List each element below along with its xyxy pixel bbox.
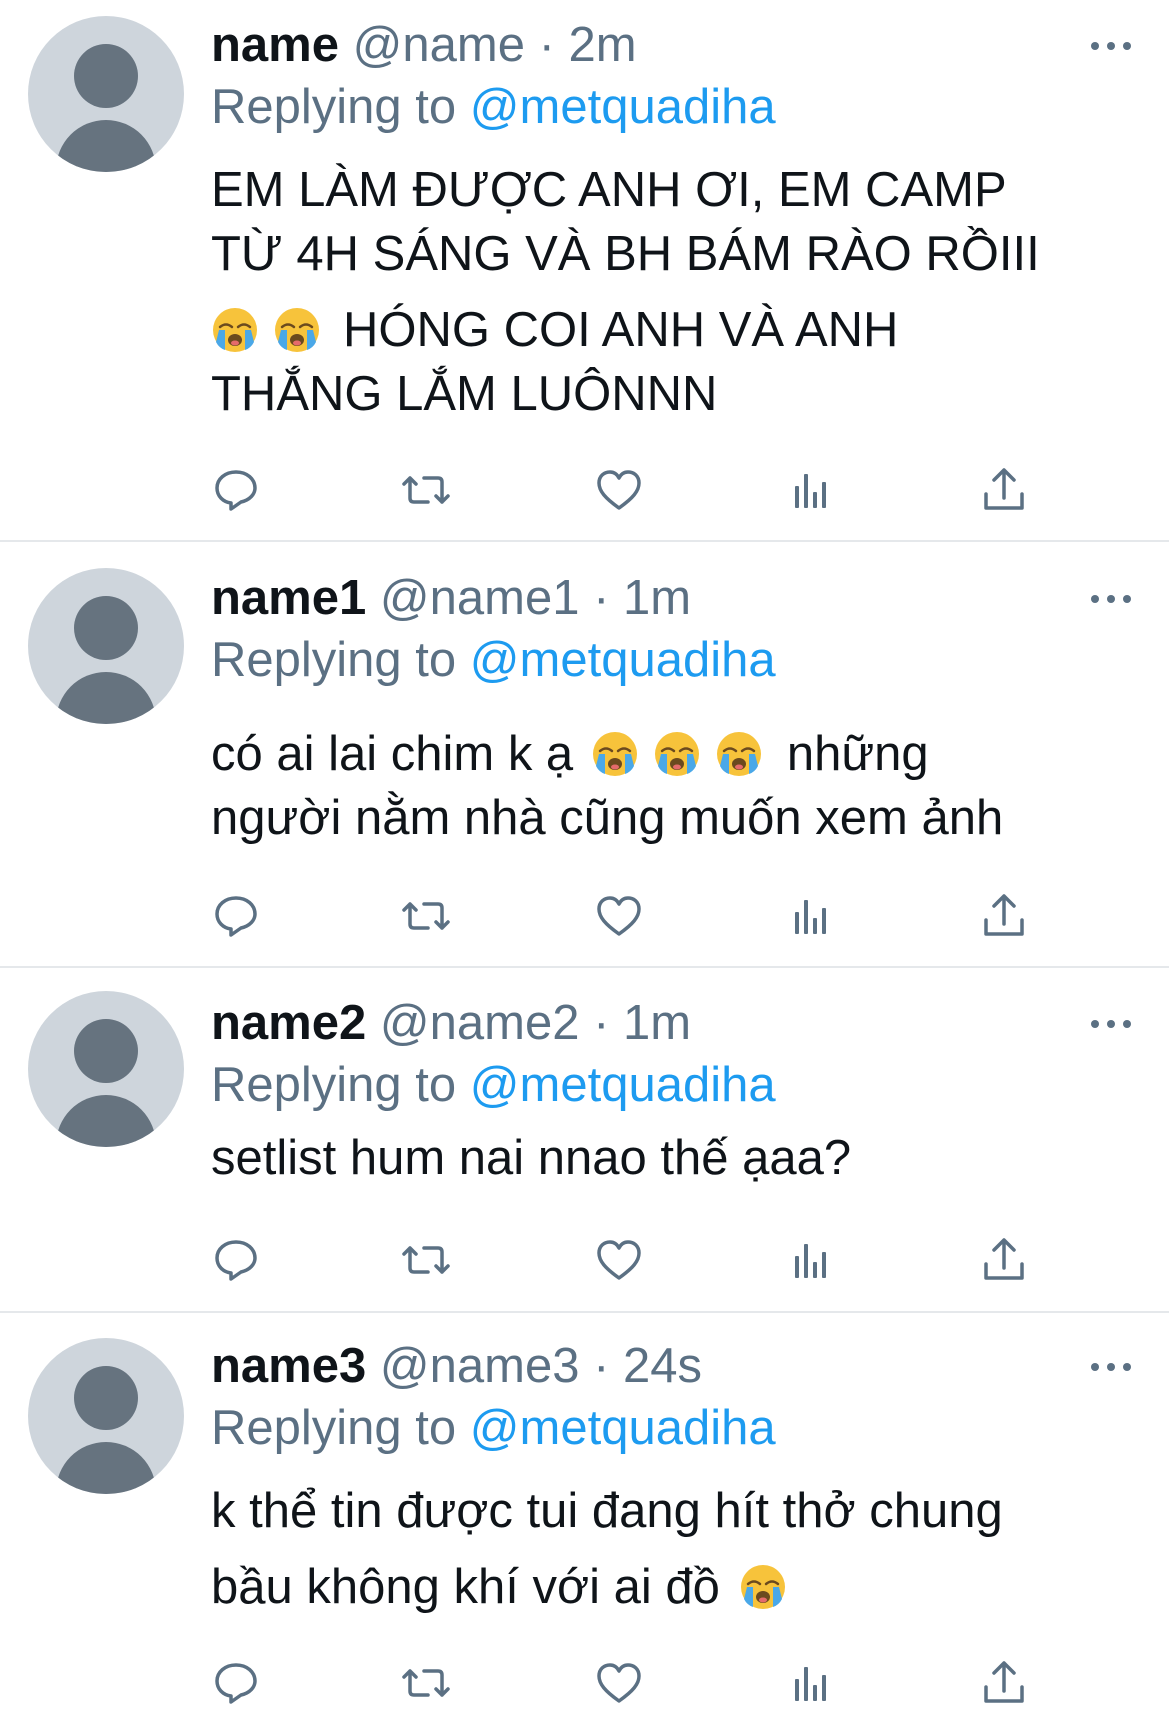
tweet-text-line: THẮNG LẮM LUÔNNN [211, 367, 718, 421]
reply-bubble-icon[interactable] [208, 462, 264, 518]
tweet-actions [0, 1655, 1169, 1711]
tweet-text-line: có ai lai chim k ạ những [211, 722, 1131, 786]
mention-link[interactable]: @metquadiha [470, 1058, 776, 1112]
share-upload-icon[interactable] [976, 888, 1032, 944]
separator-dot: · [593, 996, 610, 1050]
replying-to-line: Replying to @metquadiha [211, 1400, 776, 1456]
loudly-crying-face-emoji [591, 730, 639, 778]
tweet-reply-2[interactable]: name1 @name1 · 1m Replying to @metquadih… [0, 542, 1169, 968]
retweet-icon[interactable] [398, 888, 454, 944]
timestamp[interactable]: 1m [623, 571, 691, 625]
retweet-icon[interactable] [398, 1232, 454, 1288]
tweet-actions [0, 888, 1169, 944]
tweet-reply-1[interactable]: name @name · 2m Replying to @metquadiha … [0, 0, 1169, 542]
analytics-bars-icon[interactable] [785, 888, 841, 944]
analytics-bars-icon[interactable] [785, 462, 841, 518]
avatar-head [74, 1366, 138, 1430]
heart-icon[interactable] [591, 888, 647, 944]
avatar-body [56, 672, 156, 724]
tweet-text-line: người nằm nhà cũng muốn xem ảnh [211, 791, 1004, 845]
tweet-text: setlist hum nai nnao thế ạaa? [211, 1126, 1131, 1190]
user-handle[interactable]: @name1 [380, 571, 580, 625]
tweet-text-segment: HÓNG COI ANH VÀ ANH [343, 303, 899, 357]
display-name[interactable]: name2 [211, 996, 366, 1050]
tweet-header: name2 @name2 · 1m [211, 995, 691, 1051]
more-horizontal-icon[interactable] [1091, 593, 1131, 605]
more-horizontal-icon[interactable] [1091, 1018, 1131, 1030]
avatar-body [56, 1442, 156, 1494]
reply-bubble-icon[interactable] [208, 1232, 264, 1288]
user-handle[interactable]: @name [353, 18, 525, 72]
separator-dot: · [538, 18, 555, 72]
separator-dot: · [593, 1339, 610, 1393]
heart-icon[interactable] [591, 462, 647, 518]
display-name[interactable]: name [211, 18, 339, 72]
user-handle[interactable]: @name3 [380, 1339, 580, 1393]
loudly-crying-face-emoji [211, 306, 259, 354]
analytics-bars-icon[interactable] [785, 1655, 841, 1711]
reply-bubble-icon[interactable] [208, 1655, 264, 1711]
display-name[interactable]: name1 [211, 571, 366, 625]
tweet-actions [0, 1232, 1169, 1288]
loudly-crying-face-emoji [653, 730, 701, 778]
avatar-head [74, 44, 138, 108]
loudly-crying-face-emoji [715, 730, 763, 778]
retweet-icon[interactable] [398, 1655, 454, 1711]
avatar-body [56, 120, 156, 172]
replying-to-line: Replying to @metquadiha [211, 632, 776, 688]
separator-dot: · [593, 571, 610, 625]
tweet-text: EM LÀM ĐƯỢC ANH ƠI, EM CAMP TỪ 4H SÁNG V… [211, 158, 1131, 426]
tweet-text: có ai lai chim k ạ những người nằm nhà c… [211, 722, 1131, 850]
tweet-header: name1 @name1 · 1m [211, 570, 691, 626]
tweet-actions [0, 462, 1169, 518]
replying-to-prefix: Replying to [211, 633, 457, 687]
default-avatar-icon[interactable] [28, 16, 184, 172]
reply-bubble-icon[interactable] [208, 888, 264, 944]
replying-to-line: Replying to @metquadiha [211, 79, 776, 135]
default-avatar-icon[interactable] [28, 991, 184, 1147]
replying-to-prefix: Replying to [211, 1401, 457, 1455]
tweet-text-line: TỪ 4H SÁNG VÀ BH BÁM RÀO RỒIII [211, 227, 1040, 281]
tweet-text-segment: những [786, 727, 929, 781]
loudly-crying-face-emoji [739, 1563, 787, 1611]
avatar-head [74, 1019, 138, 1083]
replying-to-prefix: Replying to [211, 1058, 457, 1112]
tweet-text-line: EM LÀM ĐƯỢC ANH ƠI, EM CAMP [211, 163, 1007, 217]
loudly-crying-face-emoji [273, 306, 321, 354]
display-name[interactable]: name3 [211, 1339, 366, 1393]
mention-link[interactable]: @metquadiha [470, 1401, 776, 1455]
heart-icon[interactable] [591, 1232, 647, 1288]
tweet-text-line: HÓNG COI ANH VÀ ANH [211, 298, 1131, 362]
timestamp[interactable]: 24s [623, 1339, 702, 1393]
timestamp[interactable]: 2m [569, 18, 637, 72]
avatar-body [56, 1095, 156, 1147]
tweet-header: name @name · 2m [211, 17, 637, 73]
timestamp[interactable]: 1m [623, 996, 691, 1050]
user-handle[interactable]: @name2 [380, 996, 580, 1050]
tweet-header: name3 @name3 · 24s [211, 1338, 702, 1394]
tweet-text-line: k thể tin được tui đang hít thở chung [211, 1484, 1003, 1538]
mention-link[interactable]: @metquadiha [470, 633, 776, 687]
share-upload-icon[interactable] [976, 1655, 1032, 1711]
default-avatar-icon[interactable] [28, 1338, 184, 1494]
tweet-reply-4[interactable]: name3 @name3 · 24s Replying to @metquadi… [0, 1313, 1169, 1733]
share-upload-icon[interactable] [976, 462, 1032, 518]
share-upload-icon[interactable] [976, 1232, 1032, 1288]
heart-icon[interactable] [591, 1655, 647, 1711]
more-horizontal-icon[interactable] [1091, 40, 1131, 52]
tweet-text-line: bầu không khí với ai đồ [211, 1549, 1131, 1625]
retweet-icon[interactable] [398, 462, 454, 518]
replying-to-prefix: Replying to [211, 80, 457, 134]
tweet-text-segment: có ai lai chim k ạ [211, 727, 574, 781]
tweet-reply-3[interactable]: name2 @name2 · 1m Replying to @metquadih… [0, 968, 1169, 1313]
avatar-head [74, 596, 138, 660]
more-horizontal-icon[interactable] [1091, 1361, 1131, 1373]
replying-to-line: Replying to @metquadiha [211, 1057, 776, 1113]
tweet-text-segment: bầu không khí với ai đồ [211, 1560, 720, 1614]
default-avatar-icon[interactable] [28, 568, 184, 724]
analytics-bars-icon[interactable] [785, 1232, 841, 1288]
mention-link[interactable]: @metquadiha [470, 80, 776, 134]
tweet-text: k thể tin được tui đang hít thở chung bầ… [211, 1473, 1131, 1625]
tweet-text-line: setlist hum nai nnao thế ạaa? [211, 1131, 852, 1185]
